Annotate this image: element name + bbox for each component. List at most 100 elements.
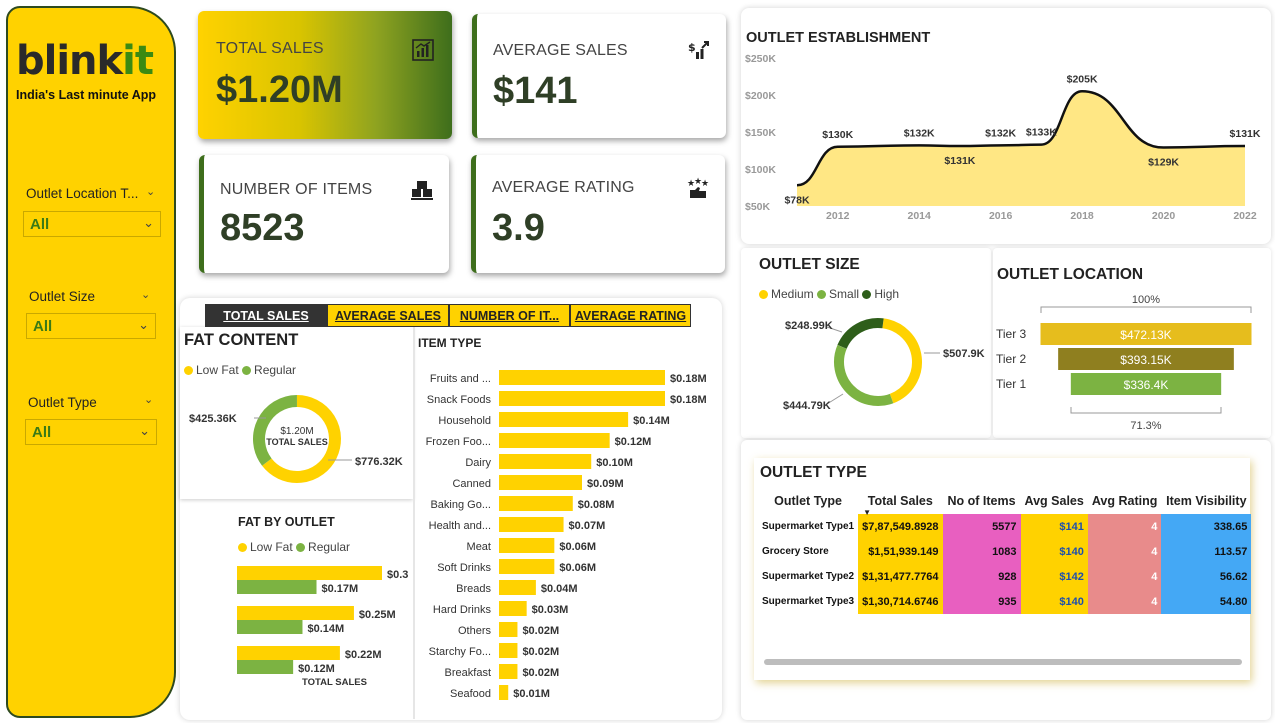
legend-label: High	[874, 287, 900, 301]
bar	[499, 433, 610, 448]
x-tick-label: 2012	[826, 210, 850, 222]
column-header-label: Total Sales	[867, 494, 933, 508]
rating-stars-icon: ★★★	[687, 177, 709, 198]
table-row[interactable]: Grocery Store $1,51,939.149 1083 $140 4 113.5…	[758, 539, 1252, 564]
slicer-dropdown-outlet-location[interactable]: All ⌄	[23, 211, 161, 237]
column-header[interactable]: No of Items	[943, 490, 1021, 514]
kpi-title: TOTAL SALES	[216, 40, 324, 57]
slicer-dropdown-outlet-size[interactable]: All ⌄	[26, 313, 156, 339]
chevron-down-icon[interactable]: ⌄	[144, 393, 153, 406]
category-label: Tier 1	[996, 377, 1027, 391]
tab-average-sales[interactable]: AVERAGE SALES	[327, 304, 449, 327]
horizontal-scrollbar[interactable]	[764, 659, 1242, 665]
kpi-value: 3.9	[492, 207, 545, 249]
brand-logo: blinkit	[16, 38, 154, 84]
data-label: $0.18M	[670, 394, 707, 406]
data-label: $0.22M	[345, 649, 382, 661]
funnel-top-label: 100%	[1132, 294, 1160, 306]
bar	[499, 685, 509, 700]
legend-dot	[862, 290, 872, 299]
table-row[interactable]: Supermarket Type2 $1,31,477.7764 928 $142 4 5…	[758, 564, 1252, 589]
table-cell: 928	[942, 564, 1021, 589]
data-label: $129K	[1148, 157, 1179, 169]
kpi-title: AVERAGE RATING	[492, 179, 635, 196]
data-label: $336.4K	[1124, 378, 1169, 392]
table-row[interactable]: Supermarket Type1 $7,87,549.8928 5577 $141 4…	[758, 514, 1252, 539]
data-label: $132K	[985, 127, 1016, 139]
column-header[interactable]: Avg Rating	[1088, 490, 1162, 514]
y-tick-label: $150K	[745, 127, 776, 139]
chevron-down-icon[interactable]: ⌄	[141, 288, 150, 301]
tab-average-rating[interactable]: AVERAGE RATING	[570, 304, 691, 327]
chevron-down-icon[interactable]: ⌄	[146, 185, 155, 198]
table-cell: 935	[942, 589, 1021, 614]
data-label: $393.15K	[1120, 353, 1171, 367]
svg-text:★: ★	[701, 178, 709, 188]
outlet-location-title: OUTLET LOCATION	[997, 266, 1144, 283]
kpi-card-average-rating: AVERAGE RATING 3.9 ★ ★ ★	[471, 155, 725, 273]
table-cell: 1083	[942, 539, 1021, 564]
bar	[499, 496, 573, 511]
bar-regular	[237, 620, 303, 634]
brand-tagline: India's Last minute App	[16, 88, 157, 102]
funnel-bracket	[1040, 306, 1252, 313]
data-label: $0.02M	[522, 625, 559, 637]
fat-by-outlet-title: FAT BY OUTLET	[238, 515, 335, 529]
bar	[499, 664, 518, 679]
outlet-establishment-chart: $250K $200K $150K $100K $50K 2012 2014 2016 2018…	[745, 53, 1261, 222]
table-cell: $1,31,477.7764	[858, 564, 943, 589]
legend-label: Low Fat	[250, 540, 293, 554]
column-header[interactable]: Outlet Type	[758, 490, 858, 514]
y-tick-label: $50K	[745, 201, 771, 213]
table-cell: $7,87,549.8928	[858, 514, 943, 539]
bar-low-fat	[237, 606, 354, 620]
table-cell: 5577	[942, 514, 1021, 539]
bar	[499, 601, 527, 616]
outlet-type-title: OUTLET TYPE	[760, 464, 867, 481]
table-cell: 4	[1087, 539, 1162, 564]
column-header[interactable]: Avg Sales	[1021, 490, 1088, 514]
tab-number-of-items[interactable]: NUMBER OF IT...	[449, 304, 570, 327]
category-label: Soft Drinks	[437, 562, 491, 574]
legend-label: Regular	[254, 363, 297, 377]
x-tick-label: 2014	[908, 210, 932, 222]
table-cell: Supermarket Type2	[758, 564, 859, 589]
slicer-dropdown-outlet-type[interactable]: All ⌄	[25, 419, 157, 445]
table-cell: Supermarket Type1	[758, 514, 859, 539]
data-label: $0.12M	[298, 663, 335, 675]
column-header[interactable]: Total Sales ▼	[858, 490, 942, 517]
fat-content-donut: $425.36K $776.32K $1.20M TOTAL SALES	[189, 395, 403, 483]
category-label: Canned	[452, 478, 491, 490]
kpi-card-number-of-items: NUMBER OF ITEMS 8523	[199, 155, 449, 273]
legend-dot	[184, 366, 193, 375]
slice-label-regular: $425.36K	[189, 413, 237, 425]
category-label: Meat	[467, 541, 491, 553]
table-cell: $142	[1020, 564, 1088, 589]
chevron-down-icon: ⌄	[143, 215, 154, 230]
boxes-icon	[411, 181, 433, 200]
fat-content-legend: Low Fat Regular	[184, 363, 296, 377]
category-label: Frozen Foo...	[426, 436, 491, 448]
funnel-bottom-label: 71.3%	[1130, 420, 1161, 432]
x-tick-label: 2018	[1070, 210, 1094, 222]
x-axis-label: TOTAL SALES	[302, 677, 367, 688]
data-label: $0.09M	[587, 478, 624, 490]
outlet-location-funnel: 100% Tier 3 $472.13K Tier 2 $393.15K Tier 1 $…	[996, 294, 1252, 432]
bar	[499, 391, 665, 406]
kpi-value: $141	[493, 70, 578, 112]
outlet-establishment-title: OUTLET ESTABLISHMENT	[746, 30, 931, 46]
y-tick-label: $250K	[745, 53, 776, 65]
table-row[interactable]: Supermarket Type3 $1,30,714.6746 935 $140 4 5…	[758, 589, 1252, 614]
data-label: $130K	[822, 129, 853, 141]
data-label: $0.07M	[569, 520, 606, 532]
tab-total-sales[interactable]: TOTAL SALES	[205, 304, 327, 327]
column-header[interactable]: Item Visibility	[1161, 490, 1251, 514]
data-label: $0.3	[387, 569, 408, 581]
data-label: $78K	[784, 194, 810, 206]
legend-label: Regular	[308, 540, 351, 554]
category-label: Tier 3	[996, 327, 1027, 341]
chevron-down-icon: ⌄	[139, 423, 150, 438]
category-label: Snack Foods	[427, 394, 492, 406]
legend-dot	[238, 543, 247, 552]
sales-chart-icon	[412, 39, 434, 61]
